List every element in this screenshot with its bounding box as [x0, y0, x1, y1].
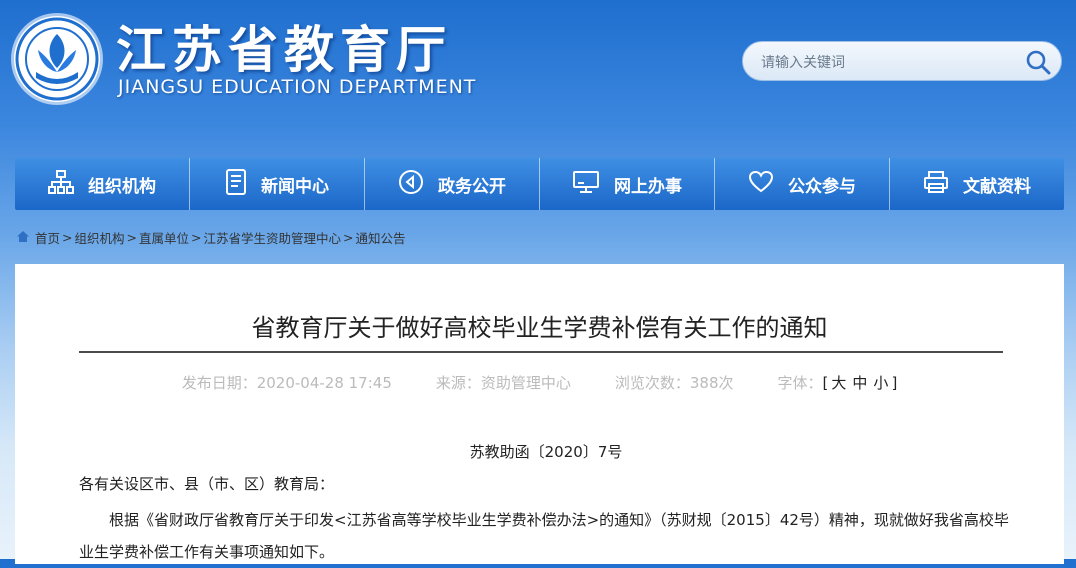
article-panel: 省教育厅关于做好高校毕业生学费补偿有关工作的通知 发布日期：2020-04-28… [15, 264, 1064, 564]
nav-item-documents[interactable]: 文献资料 [890, 158, 1064, 210]
home-icon [16, 230, 30, 246]
site-subtitle: JIANGSU EDUCATION DEPARTMENT [118, 76, 477, 98]
body-text: 根据《省财政厅省教育厅关于印发<江苏省高等学校毕业生学费补偿办法>的通知》（苏财… [79, 511, 1009, 561]
view-count: 浏览次数：388次 [614, 374, 734, 392]
search-box [742, 41, 1062, 81]
breadcrumb-separator: > [191, 230, 202, 245]
breadcrumb-aid-center[interactable]: 江苏省学生资助管理中心 [204, 228, 342, 247]
org-chart-icon [48, 169, 74, 199]
heart-icon [748, 170, 774, 199]
salutation: 各有关设区市、县（市、区）教育局： [79, 475, 335, 493]
monitor-icon [572, 170, 600, 199]
nav-item-news[interactable]: 新闻中心 [190, 158, 365, 210]
breadcrumb-notices[interactable]: 通知公告 [356, 228, 406, 247]
article-source: 来源：资助管理中心 [435, 374, 571, 392]
nav-item-government-affairs[interactable]: 政务公开 [365, 158, 540, 210]
document-number: 苏教助函〔2020〕7号 [469, 443, 623, 461]
title-divider [79, 351, 1003, 353]
nav-label: 政务公开 [438, 176, 506, 197]
site-title: 江苏省教育厅 [116, 21, 452, 79]
nav-item-online-services[interactable]: 网上办事 [540, 158, 715, 210]
font-size-label: 字体： [777, 374, 823, 392]
breadcrumb: 首页 > 组织机构 > 直属单位 > 江苏省学生资助管理中心 > 通知公告 [16, 228, 406, 247]
nav-label: 文献资料 [963, 176, 1031, 197]
main-nav: 组织机构 新闻中心 政务公开 网上办事 公众参与 文献资料 [15, 158, 1064, 210]
nav-item-organization[interactable]: 组织机构 [15, 158, 190, 210]
emblem-logo[interactable] [14, 16, 100, 102]
breadcrumb-affiliated-units[interactable]: 直属单位 [139, 228, 189, 247]
font-size-large[interactable]: 大 [828, 374, 849, 392]
breadcrumb-organization[interactable]: 组织机构 [75, 228, 125, 247]
nav-item-public-participation[interactable]: 公众参与 [715, 158, 890, 210]
search-icon[interactable] [1023, 47, 1053, 77]
search-input[interactable] [759, 51, 1013, 75]
play-circle-icon [398, 169, 424, 200]
font-size-medium[interactable]: 中 [849, 374, 870, 392]
font-size-bracket: ] [891, 374, 898, 392]
font-size-small[interactable]: 小 [870, 374, 891, 392]
article-meta: 发布日期：2020-04-28 17:45 来源：资助管理中心 浏览次数：388次 字… [15, 372, 1064, 393]
breadcrumb-separator: > [126, 230, 137, 245]
body-paragraph: 根据《省财政厅省教育厅关于印发<江苏省高等学校毕业生学费补偿办法>的通知》（苏财… [79, 504, 1009, 568]
breadcrumb-separator: > [343, 230, 354, 245]
document-icon [225, 168, 247, 200]
nav-label: 新闻中心 [261, 176, 329, 197]
breadcrumb-separator: > [62, 230, 73, 245]
site-header: 江苏省教育厅 JIANGSU EDUCATION DEPARTMENT [0, 0, 1076, 150]
publish-date: 发布日期：2020-04-28 17:45 [181, 374, 392, 392]
nav-label: 公众参与 [788, 176, 856, 197]
printer-icon [923, 170, 949, 199]
nav-label: 组织机构 [88, 176, 156, 197]
breadcrumb-home[interactable]: 首页 [35, 228, 60, 247]
nav-label: 网上办事 [614, 176, 682, 197]
article-title: 省教育厅关于做好高校毕业生学费补偿有关工作的通知 [251, 314, 828, 342]
font-size-control: [大中小] [823, 374, 898, 392]
